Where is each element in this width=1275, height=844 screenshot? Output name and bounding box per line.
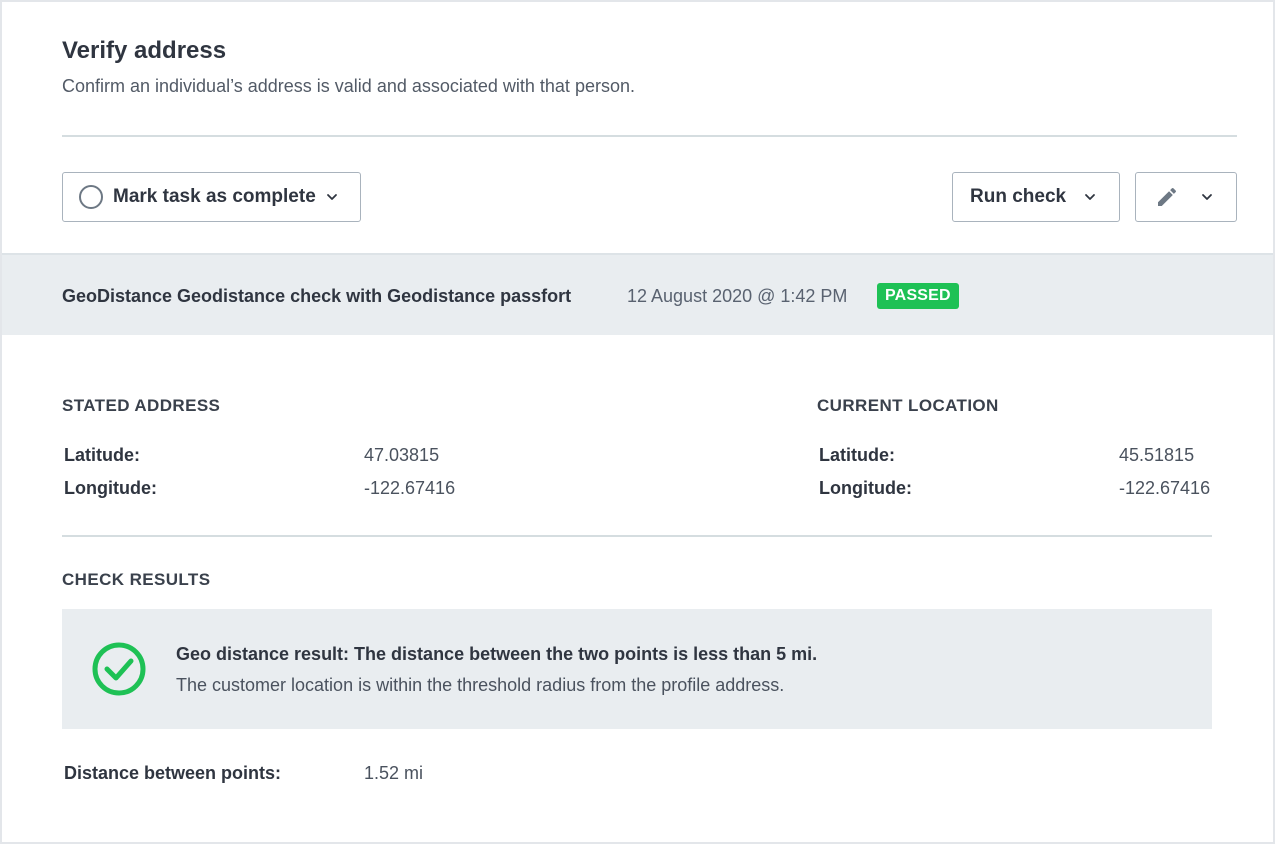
check-summary-bar: GeoDistance Geodistance check with Geodi… — [2, 253, 1273, 335]
page-title: Verify address — [62, 37, 227, 64]
circle-icon — [79, 185, 103, 209]
stated-address-heading: STATED ADDRESS — [62, 396, 221, 415]
result-description: The customer location is within the thre… — [176, 675, 785, 695]
chevron-down-icon — [1202, 194, 1212, 200]
verify-address-panel: Verify address Confirm an individual’s a… — [0, 0, 1275, 844]
stated-longitude-label: Longitude: — [64, 478, 157, 498]
check-result-card: Geo distance result: The distance betwee… — [62, 609, 1212, 729]
check-circle-icon — [92, 642, 146, 696]
run-check-label: Run check — [970, 186, 1067, 207]
check-results-heading: CHECK RESULTS — [62, 570, 211, 589]
chevron-down-icon — [326, 194, 337, 200]
edit-menu-button[interactable] — [1135, 172, 1237, 222]
pencil-icon — [1158, 187, 1177, 206]
chevron-down-icon — [1085, 194, 1095, 200]
run-check-button[interactable]: Run check — [952, 172, 1120, 222]
page-header: Verify address Confirm an individual’s a… — [62, 36, 1237, 98]
stated-longitude-value: -122.67416 — [364, 478, 456, 498]
mark-task-complete-button[interactable]: Mark task as complete — [62, 172, 361, 222]
page-subtitle: Confirm an individual’s address is valid… — [62, 76, 635, 96]
header-divider — [62, 135, 1237, 137]
stated-latitude-label: Latitude: — [64, 445, 140, 465]
check-timestamp: 12 August 2020 @ 1:42 PM — [627, 286, 848, 306]
stated-latitude-value: 47.03815 — [364, 445, 440, 465]
current-longitude-value: -122.67416 — [1119, 478, 1211, 498]
current-location-heading: CURRENT LOCATION — [817, 396, 999, 415]
result-title: Geo distance result: The distance betwee… — [176, 644, 818, 664]
check-name: GeoDistance Geodistance check with Geodi… — [62, 286, 572, 306]
distance-value: 1.52 mi — [364, 763, 424, 783]
mark-task-complete-label: Mark task as complete — [113, 186, 316, 207]
current-latitude-label: Latitude: — [819, 445, 895, 465]
current-longitude-label: Longitude: — [819, 478, 912, 498]
section-divider — [62, 535, 1212, 537]
current-latitude-value: 45.51815 — [1119, 445, 1195, 465]
status-badge: PASSED — [877, 283, 959, 309]
distance-label: Distance between points: — [64, 763, 282, 783]
